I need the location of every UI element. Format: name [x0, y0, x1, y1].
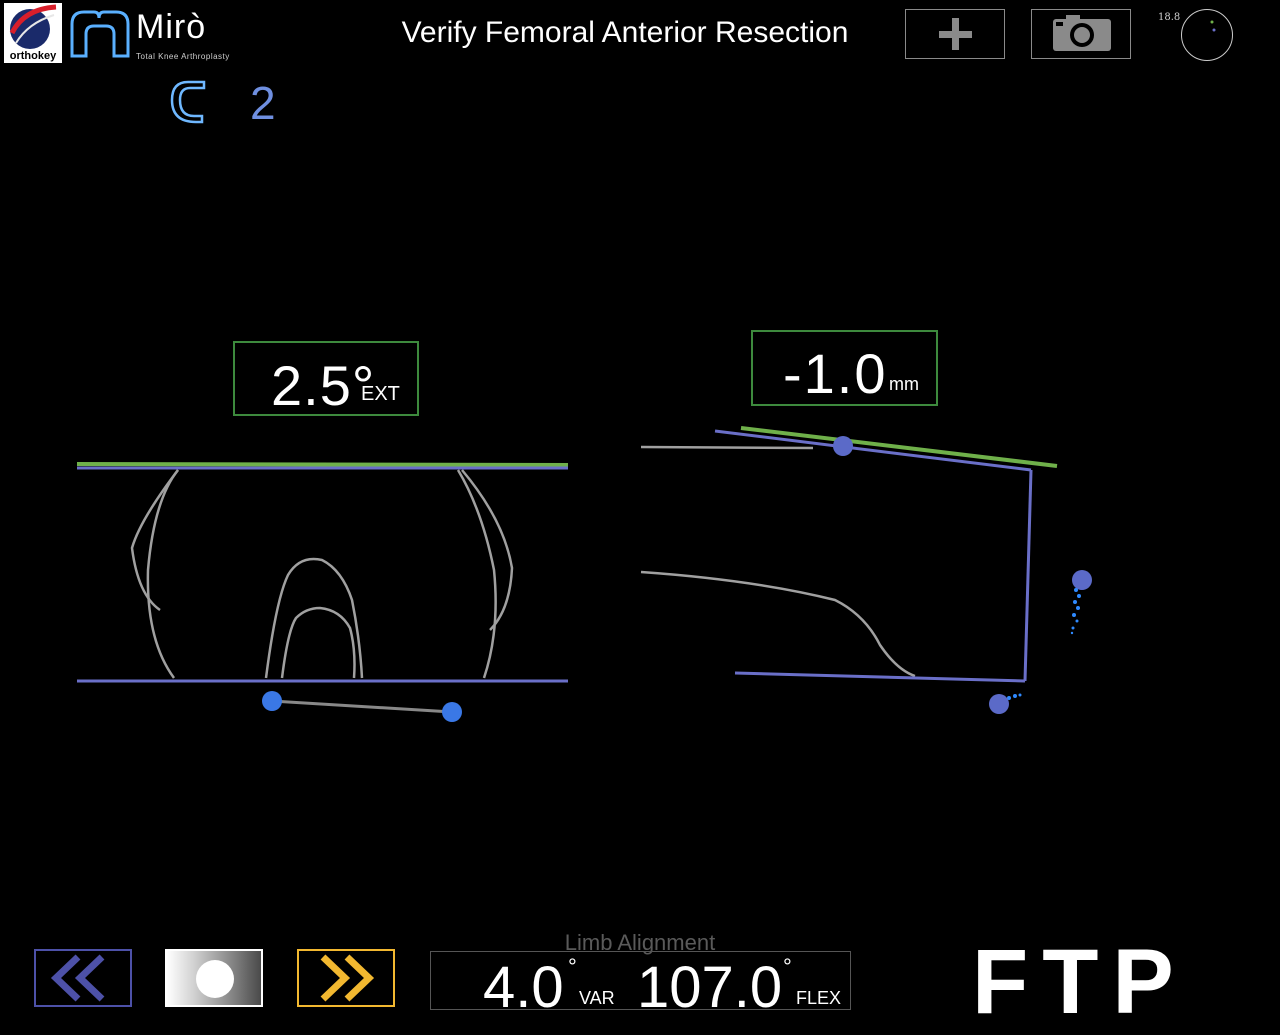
orthokey-logo: orthokey: [4, 3, 62, 63]
product-subtitle: Total Knee Arthroplasty: [136, 52, 230, 61]
tracker-dots-icon: [1210, 20, 1216, 32]
tracker-value: 18.8: [1158, 12, 1181, 23]
double-chevron-left-icon: [50, 954, 105, 1002]
plus-icon: [939, 18, 972, 50]
rotation-readout: 2.5° EXT: [233, 341, 419, 417]
component-size-number: 2: [250, 77, 276, 129]
anterior-cortex-outline: [640, 445, 814, 450]
planned-resection-line: [76, 462, 569, 467]
camera-button[interactable]: [1031, 9, 1131, 59]
flexion-unit: FLEX: [796, 988, 842, 1008]
offset-value: -1.0: [783, 342, 888, 405]
varus-value: 4.0: [483, 955, 564, 1020]
tracker-visibility-indicator: [1181, 9, 1233, 61]
add-button[interactable]: [905, 9, 1005, 59]
knee-logo-icon: [70, 10, 130, 58]
record-icon: [196, 960, 234, 998]
lateral-view-diagram: [640, 426, 1092, 714]
varus-unit: VAR: [579, 988, 615, 1008]
distal-marker: [989, 694, 1009, 714]
offset-unit: mm: [889, 374, 919, 394]
rotation-value: 2.5°: [271, 354, 376, 417]
component-distal-line: [734, 671, 1026, 683]
anterior-view-diagram: [76, 462, 569, 722]
varus-degree: °: [568, 954, 577, 979]
next-button[interactable]: [297, 949, 395, 1007]
limb-alignment-readout: 4.0 ° VAR 107.0 ° FLEX: [430, 951, 851, 1020]
flexion-degree: °: [783, 954, 792, 979]
epicondyle-marker-right: [442, 702, 462, 722]
offset-readout: -1.0 mm: [751, 330, 938, 406]
posterior-marker: [1072, 570, 1092, 590]
flexion-value: 107.0: [637, 955, 783, 1020]
rotation-unit: EXT: [361, 383, 400, 405]
double-chevron-right-icon: [320, 954, 375, 1002]
page-title: Verify Femoral Anterior Resection: [401, 16, 849, 49]
miro-logo: Mirò Total Knee Arthroplasty: [66, 6, 266, 62]
posterior-cortex-outline: [640, 570, 916, 678]
record-button[interactable]: [165, 949, 263, 1007]
orthokey-brand-text: orthokey: [9, 50, 57, 62]
product-name: Mirò: [136, 8, 207, 46]
trajectory-dots: [1007, 588, 1081, 700]
femoral-component-icon: [168, 78, 218, 126]
actual-resection-line: [714, 429, 1032, 472]
femur-outline: [130, 469, 514, 679]
orthokey-logo-mark: [9, 4, 57, 49]
component-posterior-line: [1023, 469, 1033, 682]
mode-label: FTP: [972, 931, 1188, 1033]
camera-icon: [1053, 15, 1111, 51]
epicondylar-axis: [271, 699, 453, 714]
epicondyle-marker-left: [262, 691, 282, 711]
back-button[interactable]: [34, 949, 132, 1007]
anterior-cortex-marker: [833, 436, 853, 456]
